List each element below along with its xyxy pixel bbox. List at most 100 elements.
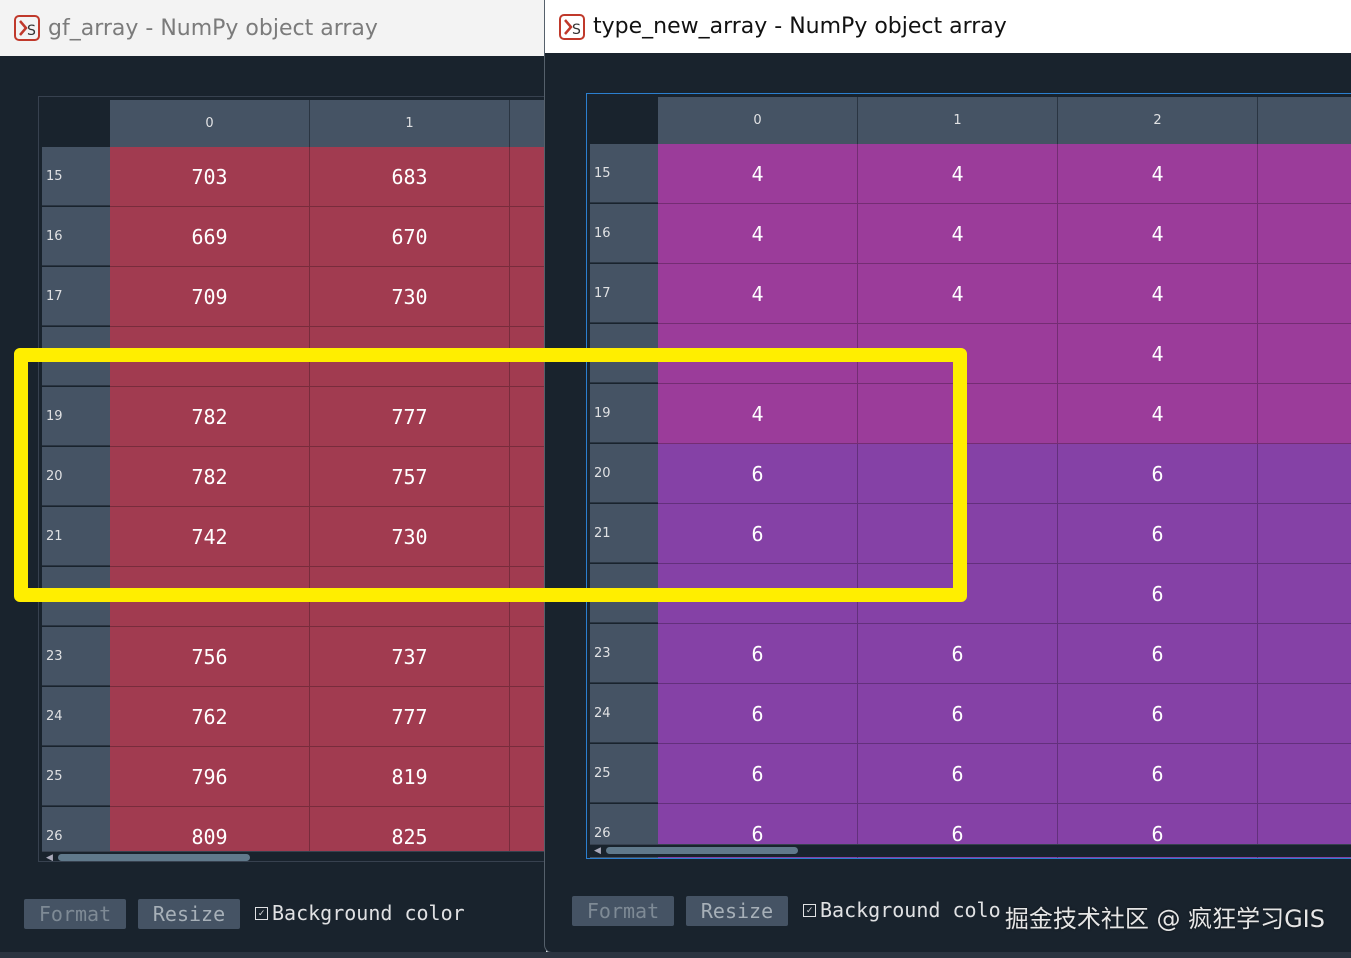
row-header[interactable]: 24 [42, 687, 110, 746]
table-cell[interactable]: 777 [310, 387, 510, 447]
table-cell[interactable]: 6 [1058, 444, 1258, 504]
row-header[interactable]: 23 [590, 624, 658, 683]
row-header[interactable]: 24 [590, 684, 658, 743]
column-header[interactable]: 1 [858, 97, 1058, 144]
table-cell[interactable]: 6 [1058, 624, 1258, 684]
column-header[interactable]: 0 [110, 100, 310, 147]
column-header[interactable]: 2 [1058, 97, 1258, 144]
table-cell[interactable] [1258, 324, 1351, 384]
table-cell[interactable]: 4 [658, 264, 858, 324]
table-cell[interactable]: 669 [110, 207, 310, 267]
table-cell[interactable] [1258, 684, 1351, 744]
table-cell[interactable]: 703 [110, 147, 310, 207]
table-cell[interactable]: 6 [1058, 744, 1258, 804]
row-header[interactable] [42, 567, 110, 626]
horizontal-scrollbar[interactable]: ◀ [590, 844, 1351, 857]
column-header[interactable]: 1 [310, 100, 510, 147]
table-cell[interactable]: 4 [658, 144, 858, 204]
right-titlebar[interactable]: S type_new_array - NumPy object array [545, 0, 1351, 53]
row-header[interactable]: 23 [42, 627, 110, 686]
background-color-checkbox[interactable]: ✓ Background colo [803, 898, 1001, 922]
left-titlebar[interactable]: S gf_array - NumPy object array [0, 0, 546, 56]
row-header[interactable]: 25 [42, 747, 110, 806]
table-cell[interactable]: 4 [858, 144, 1058, 204]
resize-button[interactable]: Resize [686, 896, 788, 926]
table-cell[interactable] [1258, 444, 1351, 504]
table-cell[interactable]: 683 [310, 147, 510, 207]
row-header[interactable]: 20 [590, 444, 658, 503]
table-cell[interactable] [1258, 384, 1351, 444]
row-header[interactable]: 17 [590, 264, 658, 323]
table-cell[interactable]: 6 [858, 624, 1058, 684]
row-header[interactable]: 21 [590, 504, 658, 563]
table-cell[interactable]: 782 [110, 387, 310, 447]
table-cell[interactable] [858, 564, 1058, 624]
row-header[interactable]: 16 [590, 204, 658, 263]
table-cell[interactable] [510, 567, 546, 627]
table-cell[interactable]: 4 [1058, 324, 1258, 384]
table-cell[interactable] [658, 564, 858, 624]
table-cell[interactable]: 6 [658, 744, 858, 804]
table-cell[interactable] [1258, 204, 1351, 264]
table-cell[interactable]: 6 [658, 624, 858, 684]
format-button[interactable]: Format [572, 896, 674, 926]
row-header[interactable]: 19 [42, 387, 110, 446]
row-header[interactable]: 21 [42, 507, 110, 566]
table-cell[interactable] [858, 444, 1058, 504]
table-cell[interactable]: 6 [1058, 564, 1258, 624]
row-header[interactable]: 17 [42, 267, 110, 326]
resize-button[interactable]: Resize [138, 899, 240, 929]
format-button[interactable]: Format [24, 899, 126, 929]
table-cell[interactable] [510, 387, 546, 447]
table-cell[interactable]: 756 [110, 627, 310, 687]
table-cell[interactable] [110, 327, 310, 387]
row-header[interactable] [590, 564, 658, 623]
table-cell[interactable]: 782 [110, 447, 310, 507]
table-cell[interactable]: 4 [658, 384, 858, 444]
table-cell[interactable] [1258, 564, 1351, 624]
table-cell[interactable] [510, 507, 546, 567]
background-color-checkbox[interactable]: ✓ Background color [255, 901, 465, 925]
table-cell[interactable] [510, 267, 546, 327]
table-cell[interactable]: 4 [858, 204, 1058, 264]
table-cell[interactable]: 819 [310, 747, 510, 807]
table-cell[interactable]: 796 [110, 747, 310, 807]
table-cell[interactable]: 709 [110, 267, 310, 327]
table-cell[interactable] [658, 324, 858, 384]
scroll-left-icon[interactable]: ◀ [46, 853, 53, 861]
table-cell[interactable]: 762 [110, 687, 310, 747]
scrollbar-thumb[interactable] [606, 847, 798, 854]
table-cell[interactable] [1258, 264, 1351, 324]
row-header[interactable]: 15 [42, 147, 110, 206]
table-cell[interactable]: 730 [310, 267, 510, 327]
table-cell[interactable] [1258, 624, 1351, 684]
row-header[interactable]: 19 [590, 384, 658, 443]
table-cell[interactable] [858, 324, 1058, 384]
table-cell[interactable]: 670 [310, 207, 510, 267]
table-cell[interactable] [510, 147, 546, 207]
row-header[interactable] [590, 324, 658, 383]
column-header[interactable] [1258, 97, 1351, 144]
row-header[interactable]: 20 [42, 447, 110, 506]
column-header[interactable]: 0 [658, 97, 858, 144]
table-cell[interactable]: 730 [310, 507, 510, 567]
table-cell[interactable]: 6 [658, 684, 858, 744]
table-cell[interactable] [310, 327, 510, 387]
array-table[interactable]: 0 1 2 15 4 4 4 16 4 4 4 17 4 4 4 4 19 4 4 20 6 6 21 6 6 6 23 6 6 6 24 6… [586, 93, 1351, 859]
table-cell[interactable] [510, 327, 546, 387]
column-header[interactable] [510, 100, 546, 147]
array-table[interactable]: 0 1 15 703 683 16 669 670 17 709 730 18 19 782 777 20 78… [38, 96, 546, 862]
table-cell[interactable]: 6 [658, 444, 858, 504]
table-cell[interactable] [510, 207, 546, 267]
table-cell[interactable] [858, 384, 1058, 444]
scroll-left-icon[interactable]: ◀ [594, 846, 601, 856]
table-cell[interactable]: 4 [1058, 384, 1258, 444]
table-cell[interactable]: 757 [310, 447, 510, 507]
table-cell[interactable]: 6 [858, 684, 1058, 744]
row-header[interactable]: 18 [42, 327, 110, 386]
table-cell[interactable]: 777 [310, 687, 510, 747]
table-cell[interactable]: 6 [858, 744, 1058, 804]
table-cell[interactable] [1258, 504, 1351, 564]
scrollbar-thumb[interactable] [58, 854, 250, 861]
table-cell[interactable] [510, 687, 546, 747]
